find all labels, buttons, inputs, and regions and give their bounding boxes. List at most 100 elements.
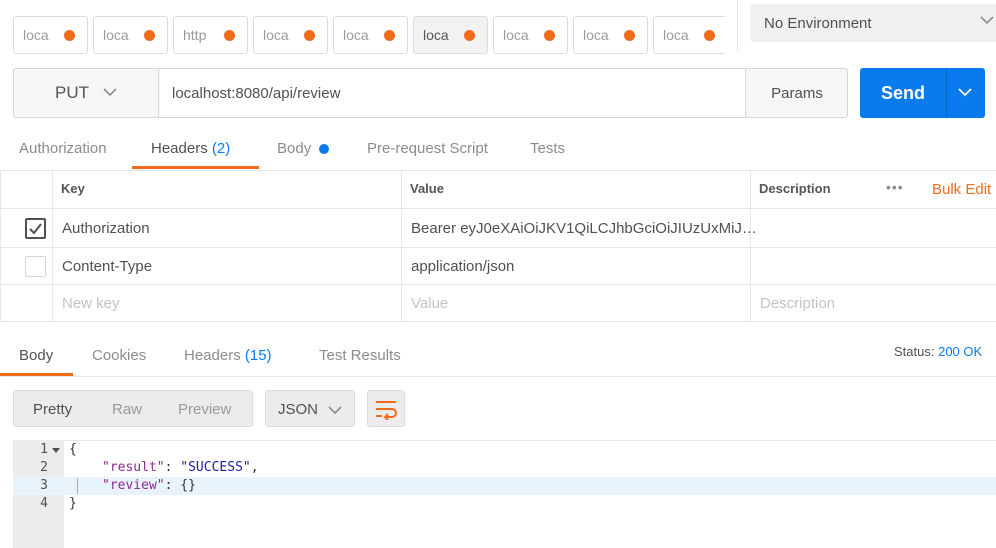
chevron-down-icon: [980, 16, 994, 25]
indent-guide: [77, 478, 78, 494]
tab-label: loca: [23, 27, 49, 43]
header-key-cell[interactable]: Authorization: [62, 220, 150, 237]
tab-label: Body: [19, 347, 54, 364]
tab-authorization[interactable]: Authorization: [19, 140, 107, 157]
tab-label: Test Results: [319, 347, 401, 364]
status-value[interactable]: 200 OK: [938, 344, 982, 359]
divider: [0, 170, 996, 171]
request-tab[interactable]: loca: [93, 16, 168, 54]
tab-body[interactable]: Body: [277, 140, 311, 157]
response-tab-headers[interactable]: Headers (15): [184, 347, 272, 364]
request-tab-active[interactable]: loca: [413, 16, 488, 54]
line-number: 1: [40, 442, 48, 457]
request-tab[interactable]: http: [173, 16, 248, 54]
response-tab-cookies[interactable]: Cookies: [92, 347, 146, 364]
tab-label: Headers: [151, 140, 208, 157]
environment-label: No Environment: [764, 14, 872, 32]
divider: [0, 247, 996, 248]
request-tab[interactable]: loca: [13, 16, 88, 54]
tab-label: Cookies: [92, 347, 147, 364]
json-key: "result": [102, 460, 165, 475]
header-enabled-checkbox[interactable]: [25, 218, 46, 239]
request-tab[interactable]: loca: [333, 16, 408, 54]
tab-label: loca: [423, 27, 449, 43]
json-key: "review": [102, 478, 165, 493]
code-token: {: [69, 442, 77, 457]
request-tab[interactable]: loca: [493, 16, 568, 54]
divider: [13, 440, 996, 441]
bulk-edit-link[interactable]: Bulk Edit: [932, 181, 991, 198]
preview-button[interactable]: Preview: [178, 401, 231, 418]
environment-select[interactable]: No Environment: [750, 4, 996, 42]
new-value-input[interactable]: Value: [411, 295, 448, 312]
tab-label: loca: [343, 27, 369, 43]
code-line: {: [69, 442, 77, 460]
url-value: localhost:8080/api/review: [172, 84, 341, 102]
tab-tests[interactable]: Tests: [530, 140, 565, 157]
divider: [0, 284, 996, 285]
tab-label: loca: [103, 27, 129, 43]
code-line: }: [69, 496, 77, 514]
format-select[interactable]: JSON: [265, 390, 355, 427]
unsaved-dot-icon: [144, 30, 155, 41]
wrap-lines-button[interactable]: [367, 390, 405, 427]
tab-label: Tests: [530, 140, 566, 157]
line-number: 2: [40, 460, 48, 475]
unsaved-dot-icon: [64, 30, 75, 41]
divider: [0, 208, 996, 209]
header-value-cell[interactable]: application/json: [411, 258, 514, 275]
unsaved-dot-icon: [384, 30, 395, 41]
response-tab-test-results[interactable]: Test Results: [319, 347, 401, 364]
tab-headers[interactable]: Headers (2): [151, 140, 230, 157]
divider: [401, 170, 402, 322]
column-header-value: Value: [410, 181, 444, 196]
new-description-input[interactable]: Description: [760, 295, 835, 312]
active-tab-underline: [132, 166, 259, 169]
new-key-input[interactable]: New key: [62, 295, 120, 312]
tab-label: loca: [263, 27, 289, 43]
header-value-cell[interactable]: Bearer eyJ0eXAiOiJKV1QiLCJhbGciOiJIUzUxM…: [411, 220, 757, 237]
divider: [946, 68, 947, 118]
more-options-icon[interactable]: •••: [886, 179, 904, 195]
pretty-button[interactable]: Pretty: [33, 401, 72, 418]
divider: [0, 376, 996, 377]
url-input[interactable]: localhost:8080/api/review: [160, 69, 746, 117]
code-token: }: [69, 496, 77, 511]
tab-prerequest-script[interactable]: Pre-request Script: [367, 140, 488, 157]
unsaved-dot-icon: [544, 30, 555, 41]
code-line: "review": {}: [102, 478, 196, 496]
send-button[interactable]: Send: [860, 68, 985, 118]
tab-label: Headers: [184, 347, 241, 364]
line-number: 4: [40, 496, 48, 511]
request-tab[interactable]: loca: [653, 16, 725, 54]
tab-label: loca: [503, 27, 529, 43]
tab-label: loca: [663, 27, 689, 43]
raw-button[interactable]: Raw: [112, 401, 142, 418]
headers-count: (15): [244, 347, 272, 364]
chevron-down-icon: [328, 406, 342, 415]
unsaved-dot-icon: [224, 30, 235, 41]
fold-caret-icon[interactable]: [52, 448, 60, 454]
header-enabled-checkbox[interactable]: [25, 256, 46, 277]
checkmark-icon: [29, 223, 42, 235]
code-token: :: [164, 460, 181, 475]
request-tab[interactable]: loca: [253, 16, 328, 54]
tab-label: Body: [277, 140, 312, 157]
status-label: Status:: [894, 344, 935, 359]
method-select[interactable]: PUT: [14, 69, 159, 117]
chevron-down-icon: [103, 88, 117, 97]
divider: [750, 170, 751, 322]
divider: [0, 170, 1, 322]
header-key-cell[interactable]: Content-Type: [62, 258, 152, 275]
method-label: PUT: [55, 83, 89, 102]
column-header-key: Key: [61, 181, 85, 196]
send-label: Send: [880, 82, 925, 103]
request-tab[interactable]: loca: [573, 16, 648, 54]
column-header-description: Description: [759, 181, 831, 196]
line-number: 3: [40, 478, 48, 493]
params-button[interactable]: Params: [747, 69, 847, 117]
response-tab-body[interactable]: Body: [19, 347, 53, 364]
unsaved-dot-icon: [304, 30, 315, 41]
chevron-down-icon[interactable]: [957, 86, 973, 98]
unsaved-dot-icon: [704, 30, 715, 41]
